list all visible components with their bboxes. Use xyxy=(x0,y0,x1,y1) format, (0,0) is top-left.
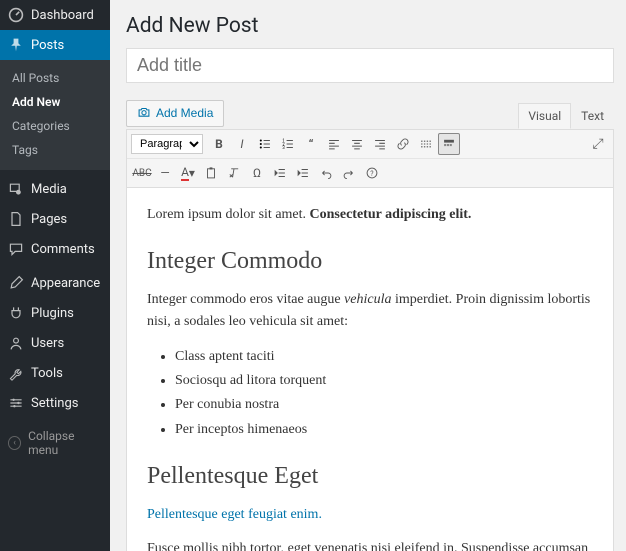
brush-icon xyxy=(8,275,24,291)
paragraph: Pellentesque eget feugiat enim. xyxy=(147,504,593,526)
submenu-all-posts[interactable]: All Posts xyxy=(0,66,110,90)
sidebar-label: Dashboard xyxy=(31,8,94,23)
collapse-icon: ‹ xyxy=(8,436,21,450)
submenu-add-new[interactable]: Add New xyxy=(0,90,110,114)
submenu-categories[interactable]: Categories xyxy=(0,114,110,138)
blockquote-button[interactable]: “ xyxy=(300,133,322,155)
sidebar-item-comments[interactable]: Comments xyxy=(0,234,110,264)
paragraph: Lorem ipsum dolor sit amet. Consectetur … xyxy=(147,204,593,226)
post-title-input[interactable] xyxy=(126,48,614,83)
sidebar-item-tools[interactable]: Tools xyxy=(0,358,110,388)
align-center-button[interactable] xyxy=(346,133,368,155)
list-item: Per inceptos himenaeos xyxy=(175,419,593,441)
sidebar-label: Tools xyxy=(31,366,63,381)
content-link[interactable]: Pellentesque eget feugiat enim. xyxy=(147,507,322,522)
italic-button[interactable]: I xyxy=(231,133,253,155)
svg-text:?: ? xyxy=(370,170,374,178)
paste-text-button[interactable] xyxy=(200,162,222,184)
collapse-label: Collapse menu xyxy=(28,429,102,457)
fullscreen-button[interactable]: ⤢ xyxy=(587,133,609,155)
collapse-menu[interactable]: ‹ Collapse menu xyxy=(0,422,110,464)
sidebar-item-plugins[interactable]: Plugins xyxy=(0,298,110,328)
sidebar-label: Media xyxy=(31,182,67,197)
heading: Pellentesque Eget xyxy=(147,457,593,495)
tab-visual[interactable]: Visual xyxy=(518,103,571,129)
editor-toolbar: Paragraph B I 123 “ ⤢ ABC — A ▾ xyxy=(126,129,614,188)
dashboard-icon xyxy=(8,7,24,23)
horizontal-rule-button[interactable]: — xyxy=(154,162,176,184)
pin-icon xyxy=(8,37,24,53)
sidebar-item-media[interactable]: Media xyxy=(0,174,110,204)
insert-more-button[interactable] xyxy=(415,133,437,155)
toolbar-toggle-button[interactable] xyxy=(438,133,460,155)
tab-text[interactable]: Text xyxy=(571,103,614,129)
sidebar-label: Comments xyxy=(31,242,95,257)
sidebar-label: Settings xyxy=(31,396,78,411)
align-right-button[interactable] xyxy=(369,133,391,155)
bullet-list-button[interactable] xyxy=(254,133,276,155)
sidebar-submenu: All Posts Add New Categories Tags xyxy=(0,60,110,170)
bold-button[interactable]: B xyxy=(208,133,230,155)
sidebar-label: Plugins xyxy=(31,306,74,321)
text-color-button[interactable]: A ▾ xyxy=(177,162,199,184)
sidebar-label: Posts xyxy=(31,38,64,53)
svg-text:3: 3 xyxy=(282,146,285,151)
sidebar-label: Pages xyxy=(31,212,67,227)
camera-icon xyxy=(137,105,151,122)
paragraph: Integer commodo eros vitae augue vehicul… xyxy=(147,289,593,334)
special-char-button[interactable]: Ω xyxy=(246,162,268,184)
indent-button[interactable] xyxy=(292,162,314,184)
comment-icon xyxy=(8,241,24,257)
sliders-icon xyxy=(8,395,24,411)
plug-icon xyxy=(8,305,24,321)
outdent-button[interactable] xyxy=(269,162,291,184)
unordered-list: Class aptent taciti Sociosqu ad litora t… xyxy=(175,346,593,442)
wrench-icon xyxy=(8,365,24,381)
format-select[interactable]: Paragraph xyxy=(131,134,203,154)
page-icon xyxy=(8,211,24,227)
sidebar-label: Appearance xyxy=(31,276,100,291)
link-button[interactable] xyxy=(392,133,414,155)
sidebar-item-pages[interactable]: Pages xyxy=(0,204,110,234)
redo-button[interactable] xyxy=(338,162,360,184)
main-content: Add New Post Add Media Visual Text Parag… xyxy=(110,0,626,551)
list-item: Per conubia nostra xyxy=(175,394,593,416)
sidebar-item-users[interactable]: Users xyxy=(0,328,110,358)
add-media-label: Add Media xyxy=(156,106,213,120)
sidebar-item-dashboard[interactable]: Dashboard xyxy=(0,0,110,30)
list-item: Sociosqu ad litora torquent xyxy=(175,370,593,392)
numbered-list-button[interactable]: 123 xyxy=(277,133,299,155)
undo-button[interactable] xyxy=(315,162,337,184)
page-title: Add New Post xyxy=(126,14,614,38)
strikethrough-button[interactable]: ABC xyxy=(131,162,153,184)
submenu-tags[interactable]: Tags xyxy=(0,138,110,162)
keyboard-help-button[interactable]: ? xyxy=(361,162,383,184)
align-left-button[interactable] xyxy=(323,133,345,155)
heading: Integer Commodo xyxy=(147,242,593,280)
sidebar-item-settings[interactable]: Settings xyxy=(0,388,110,418)
paragraph: Fusce mollis nibh tortor, eget venenatis… xyxy=(147,538,593,551)
media-icon xyxy=(8,181,24,197)
sidebar-item-posts[interactable]: Posts xyxy=(0,30,110,60)
admin-sidebar: Dashboard Posts All Posts Add New Catego… xyxy=(0,0,110,551)
add-media-button[interactable]: Add Media xyxy=(126,100,224,127)
sidebar-item-appearance[interactable]: Appearance xyxy=(0,268,110,298)
user-icon xyxy=(8,335,24,351)
list-item: Class aptent taciti xyxy=(175,346,593,368)
editor-content[interactable]: Lorem ipsum dolor sit amet. Consectetur … xyxy=(126,188,614,551)
clear-format-button[interactable] xyxy=(223,162,245,184)
sidebar-label: Users xyxy=(31,336,64,351)
